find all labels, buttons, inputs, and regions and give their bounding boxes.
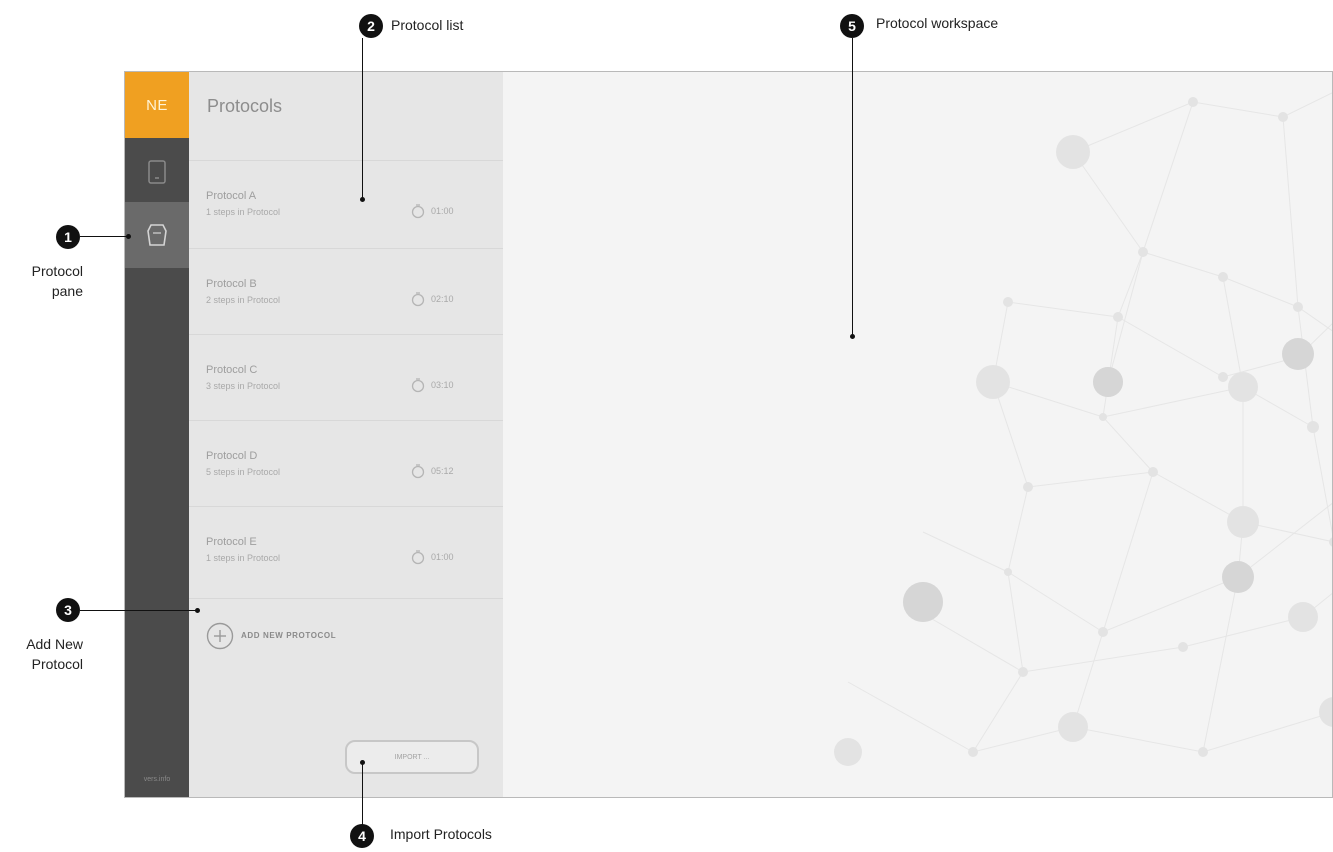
- protocol-name: Protocol C: [206, 364, 258, 376]
- protocol-steps: 2 steps in Protocol: [206, 295, 281, 305]
- protocol-time: 01:00: [431, 552, 454, 562]
- version-label: vers.info: [143, 776, 171, 783]
- timer-icon: [411, 204, 425, 219]
- callout-dot-5: [850, 334, 855, 339]
- timer-icon: [411, 464, 425, 479]
- protocol-duration: 02:10: [411, 291, 454, 307]
- callout-label-2: Protocol list: [391, 17, 464, 33]
- rail-item-protocols[interactable]: [125, 202, 189, 268]
- callout-leader-5: [852, 38, 853, 336]
- callout-leader-4: [362, 762, 363, 825]
- callout-badge-4: 4: [350, 824, 374, 848]
- callout-label-3: Add New Protocol: [26, 636, 83, 672]
- protocol-time: 03:10: [431, 380, 454, 390]
- callout-badge-2: 2: [359, 14, 383, 38]
- protocol-duration: 01:00: [411, 549, 454, 565]
- import-button[interactable]: IMPORT ...: [345, 740, 479, 774]
- callout-dot-3: [195, 608, 200, 613]
- protocol-name: Protocol B: [206, 278, 257, 290]
- network-background: [834, 92, 1332, 766]
- protocol-time: 05:12: [431, 466, 454, 476]
- protocol-name: Protocol D: [206, 450, 258, 462]
- protocol-steps: 3 steps in Protocol: [206, 381, 281, 391]
- callout-dot-4: [360, 760, 365, 765]
- timer-icon: [411, 550, 425, 565]
- protocol-item-e[interactable]: Protocol E 1 steps in Protocol 01:00: [189, 506, 503, 590]
- protocol-steps: 1 steps in Protocol: [206, 207, 281, 217]
- nav-rail: NE vers.info: [125, 72, 189, 797]
- callout-badge-3: 3: [56, 598, 80, 622]
- add-new-protocol-button[interactable]: ADD NEW PROTOCOL: [189, 598, 503, 682]
- rail-item-devices[interactable]: [125, 139, 189, 205]
- callout-dot-1: [126, 234, 131, 239]
- protocol-item-a[interactable]: Protocol A 1 steps in Protocol 01:00: [189, 160, 503, 244]
- protocol-list: Protocols Protocol A 1 steps in Protocol…: [189, 72, 503, 797]
- callout-badge-5: 5: [840, 14, 864, 38]
- logo: NE: [125, 72, 189, 138]
- timer-icon: [411, 378, 425, 393]
- protocol-time: 01:00: [431, 206, 454, 216]
- callout-dot-2: [360, 197, 365, 202]
- callout-badge-1: 1: [56, 225, 80, 249]
- protocol-name: Protocol A: [206, 190, 257, 202]
- protocol-duration: 01:00: [411, 203, 454, 219]
- plus-circle-icon: [206, 622, 234, 650]
- callout-leader-2: [362, 38, 363, 199]
- protocol-item-b[interactable]: Protocol B 2 steps in Protocol 02:10: [189, 248, 503, 332]
- protocol-steps: 1 steps in Protocol: [206, 553, 281, 563]
- callout-label-5: Protocol workspace: [876, 15, 999, 31]
- device-icon: [148, 160, 166, 184]
- callout-label-4: Import Protocols: [390, 826, 492, 842]
- protocol-workspace[interactable]: [503, 72, 1332, 797]
- add-new-protocol-label: ADD NEW PROTOCOL: [241, 631, 337, 640]
- protocol-icon: [147, 224, 167, 246]
- protocol-item-d[interactable]: Protocol D 5 steps in Protocol 05:12: [189, 420, 503, 504]
- protocol-time: 02:10: [431, 294, 454, 304]
- protocol-name: Protocol E: [206, 536, 257, 548]
- callout-label-1: Protocol pane: [31, 263, 83, 299]
- app-window: NE vers.info Protocols Protocol A 1 step…: [124, 71, 1333, 798]
- list-title: Protocols: [207, 96, 283, 116]
- callout-leader-3: [80, 610, 197, 611]
- callout-leader-1: [80, 236, 128, 237]
- timer-icon: [411, 292, 425, 307]
- protocol-steps: 5 steps in Protocol: [206, 467, 281, 477]
- protocol-item-c[interactable]: Protocol C 3 steps in Protocol 03:10: [189, 334, 503, 418]
- protocol-duration: 05:12: [411, 463, 454, 479]
- protocol-duration: 03:10: [411, 377, 454, 393]
